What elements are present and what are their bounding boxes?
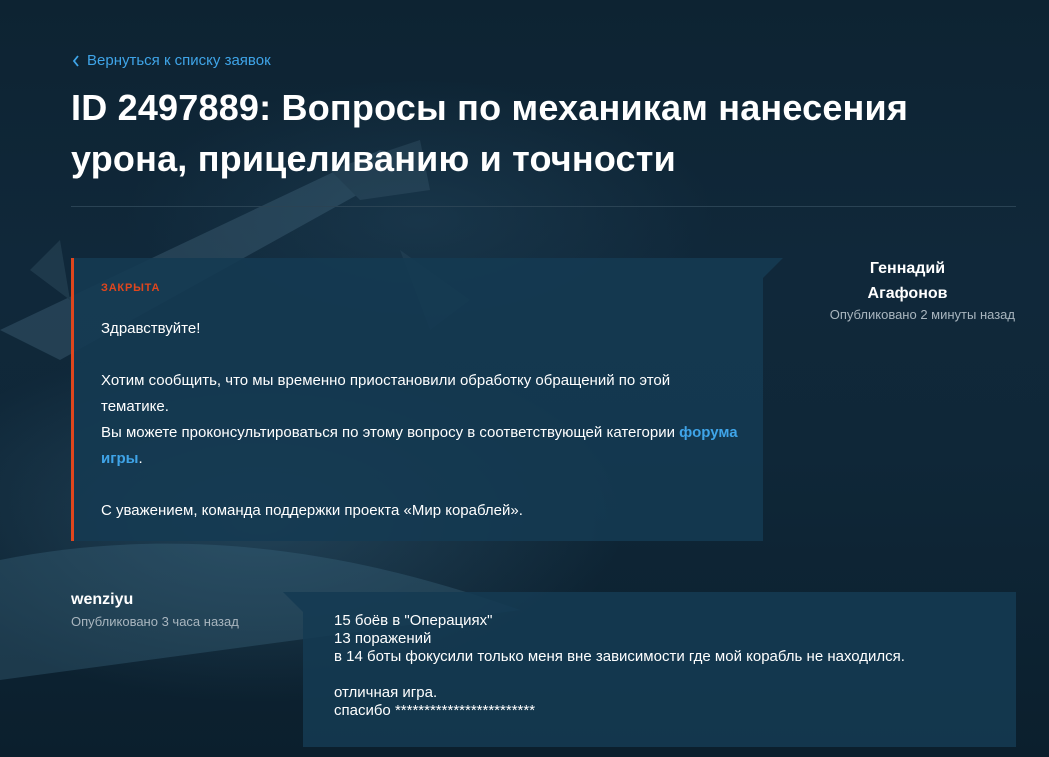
support-agent-first-name: Геннадий — [869, 260, 946, 277]
user-message-line: спасибо ************************ — [334, 702, 536, 719]
reply-paragraph-2-text: Вы можете проконсультироваться по этому … — [101, 424, 680, 441]
back-link-label: Вернуться к списку заявок — [87, 52, 271, 69]
title-divider — [71, 206, 1016, 207]
user-message-card: 15 боёв в "Операциях" 13 поражений в 14 … — [283, 592, 1016, 747]
support-agent-last-name: Агафонов — [867, 285, 948, 302]
user-message-line: 15 боёв в "Операциях" — [334, 612, 493, 629]
reply-paragraph-2-end: . — [138, 450, 143, 467]
user-message-line: 13 поражений — [334, 630, 432, 647]
user-name: wenziyu — [71, 591, 134, 608]
user-message-body: 15 боёв в "Операциях" 13 поражений в 14 … — [334, 612, 994, 720]
support-agent-name: Геннадий Агафонов — [800, 256, 1015, 306]
support-reply-card: ЗАКРЫТА Здравствуйте! Хотим сообщить, чт… — [71, 258, 783, 541]
page-title: ID 2497889: Вопросы по механикам нанесен… — [71, 87, 909, 179]
user-message-line: в 14 боты фокусили только меня вне завис… — [334, 648, 905, 665]
support-agent-meta: Геннадий Агафонов Опубликовано 2 минуты … — [800, 256, 1015, 324]
back-to-requests-link[interactable]: Вернуться к списку заявок — [71, 52, 271, 69]
user-message-published-time: Опубликовано 3 часа назад — [71, 614, 239, 629]
reply-paragraph-1: Хотим сообщить, что мы временно приостан… — [101, 372, 671, 415]
reply-published-time: Опубликовано 2 минуты назад — [829, 307, 1015, 322]
chevron-left-icon — [72, 54, 79, 67]
reply-signature: С уважением, команда поддержки проекта «… — [101, 502, 523, 519]
status-badge: ЗАКРЫТА — [101, 282, 161, 294]
reply-body: Здравствуйте! Хотим сообщить, что мы вре… — [101, 316, 741, 524]
user-message-line: отличная игра. — [334, 684, 438, 701]
user-message-meta: wenziyu Опубликовано 3 часа назад — [71, 590, 291, 632]
reply-paragraph-2: Вы можете проконсультироваться по этому … — [101, 420, 741, 472]
reply-greeting: Здравствуйте! — [101, 320, 201, 337]
status-accent-bar — [71, 258, 74, 541]
